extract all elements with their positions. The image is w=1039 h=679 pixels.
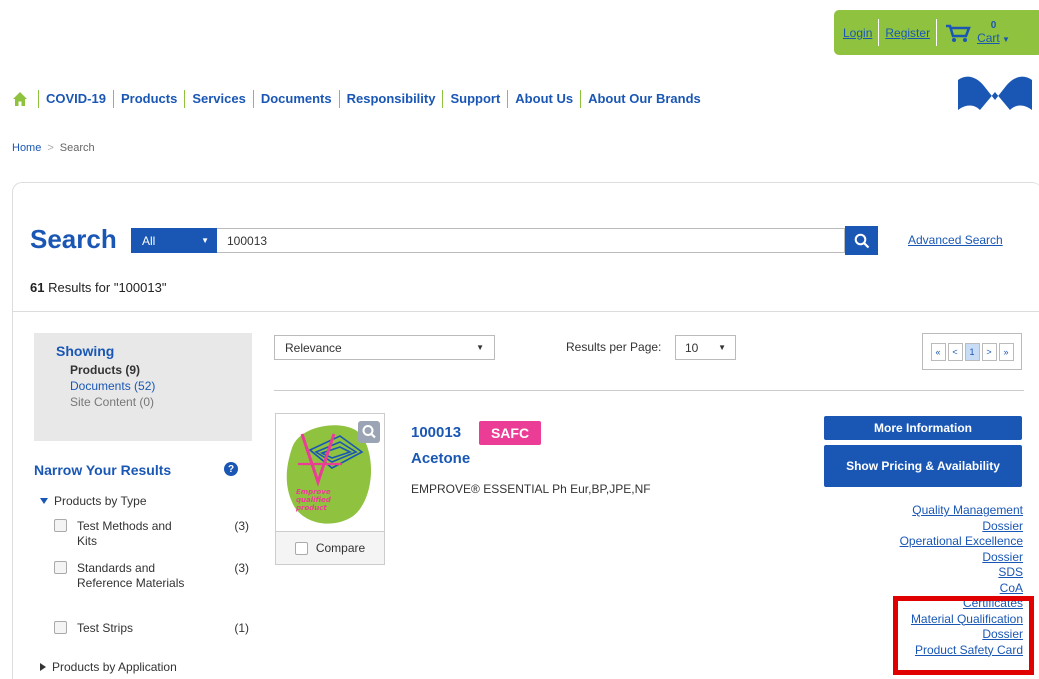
search-scope-select[interactable]: All ▼ [131,228,217,253]
nav-covid-19[interactable]: COVID-19 [38,90,113,108]
brand-badge: SAFC [479,421,541,445]
cart-icon[interactable] [945,23,971,43]
divider [274,390,1024,391]
products-by-application-label: Products by Application [52,660,177,674]
show-pricing-button[interactable]: Show Pricing & Availability [824,445,1022,487]
page-title: Search [30,224,117,254]
prev-page-button[interactable]: < [947,342,963,361]
products-by-type-toggle[interactable]: Products by Type [40,494,147,508]
more-information-button[interactable]: More Information [824,416,1022,440]
products-by-type-label: Products by Type [54,494,147,508]
zoom-button[interactable] [358,421,380,443]
home-icon[interactable] [12,91,28,107]
search-input-value: 100013 [227,233,268,248]
filter-item: Test Methods and Kits (3) [54,519,249,549]
breadcrumb: Home > Search [12,142,95,154]
nav-about-us[interactable]: About Us [507,90,580,108]
next-page-button[interactable]: > [981,342,997,361]
brand-logo[interactable] [956,70,1034,116]
magnifier-icon [362,425,376,439]
filter-item: Test Strips (1) [54,621,249,636]
breadcrumb-home[interactable]: Home [12,142,41,154]
main-nav: COVID-19 Products Services Documents Res… [12,90,708,108]
results-per-page-value: 10 [685,340,699,355]
chevron-down-icon: ▼ [476,343,484,352]
showing-panel: Showing Products (9) Documents (52) Site… [34,333,252,441]
chevron-down-icon: ▼ [201,236,209,245]
sort-value: Relevance [285,340,342,355]
highlight-box [893,596,1034,675]
sds-link[interactable]: SDS [900,565,1023,581]
divider [878,19,880,46]
divider [12,311,1039,312]
filter-checkbox[interactable] [54,519,67,532]
showing-documents[interactable]: Documents (52) [56,378,252,394]
filter-count: (3) [234,519,249,533]
showing-products: Products (9) [70,363,141,377]
results-per-page-label: Results per Page: [566,340,662,354]
products-by-application-toggle[interactable]: Products by Application [40,660,177,674]
image-caption: Emprove [296,488,331,496]
compare-control[interactable]: Compare [276,531,384,564]
results-per-page-select[interactable]: 10 ▼ [675,335,736,360]
product-name[interactable]: Acetone [411,450,470,467]
nav-support[interactable]: Support [442,90,507,108]
compare-checkbox[interactable] [294,541,308,555]
filter-checkbox[interactable] [54,561,67,574]
caret-down-icon [40,498,48,504]
cart-link[interactable]: 0 Cart ▼ [977,20,1010,46]
image-caption: product [295,504,327,512]
cart-label[interactable]: Cart [977,31,1000,45]
sort-select[interactable]: Relevance ▼ [274,335,495,360]
nav-about-our-brands[interactable]: About Our Brands [580,90,708,108]
chevron-down-icon: ▼ [999,34,1010,44]
caret-right-icon [40,663,46,671]
chevron-down-icon: ▼ [718,343,726,352]
showing-title: Showing [56,343,115,359]
filter-item: Standards and Reference Materials (3) [54,561,249,591]
account-bar: Login Register 0 Cart ▼ [834,10,1039,55]
breadcrumb-current: Search [59,142,95,154]
product-description: EMPROVE® ESSENTIAL Ph Eur,BP,JPE,NF [411,482,651,496]
nav-responsibility[interactable]: Responsibility [338,90,443,108]
nav-services[interactable]: Services [184,90,253,108]
last-page-button[interactable]: » [998,342,1014,361]
operational-excellence-link[interactable]: Operational Excellence [900,534,1023,550]
showing-site-content: Site Content (0) [70,395,155,409]
pagination: « < 1 > » [922,333,1022,370]
page-1-button[interactable]: 1 [964,342,980,361]
nav-documents[interactable]: Documents [252,90,339,108]
filter-label[interactable]: Test Methods and Kits [77,519,189,549]
first-page-button[interactable]: « [930,342,946,361]
results-text: Results for "100013" [44,280,167,295]
narrow-results-title: Narrow Your Results [34,462,172,478]
compare-label[interactable]: Compare [316,541,365,555]
search-input[interactable]: 100013 [217,228,845,253]
image-caption: qualified [296,496,332,504]
product-number[interactable]: 100013 [411,424,461,441]
help-icon[interactable]: ? [224,462,238,476]
divider [936,19,938,46]
coa-link[interactable]: CoA [900,581,1023,597]
filter-checkbox[interactable] [54,621,67,634]
search-scope-value: All [142,233,156,248]
quality-management-dossier-link[interactable]: Dossier [900,519,1023,535]
filter-label[interactable]: Standards and Reference Materials [77,561,189,591]
filter-count: (1) [234,621,249,635]
register-link[interactable]: Register [885,26,930,40]
quality-management-link[interactable]: Quality Management [900,503,1023,519]
login-link[interactable]: Login [843,26,872,40]
filter-count: (3) [234,561,249,575]
results-count: 61 Results for "100013" [30,280,166,295]
filter-label[interactable]: Test Strips [77,621,189,636]
operational-excellence-dossier-link[interactable]: Dossier [900,550,1023,566]
search-icon [854,233,869,248]
nav-products[interactable]: Products [112,90,184,108]
search-button[interactable] [845,226,878,255]
results-number: 61 [30,280,45,295]
advanced-search-link[interactable]: Advanced Search [908,233,1003,247]
breadcrumb-separator: > [47,142,54,154]
